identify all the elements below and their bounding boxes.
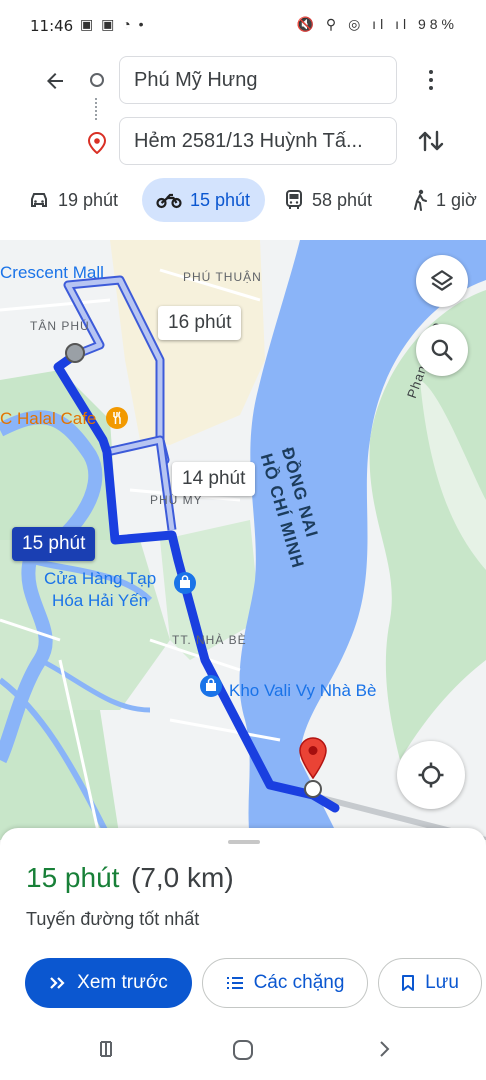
- arrow-back-icon: [47, 73, 63, 89]
- tab-walk-label: 1 giờ: [436, 189, 477, 210]
- route-chip-alt-1[interactable]: 16 phút: [158, 306, 242, 340]
- grocery-store-label[interactable]: Cửa Hàng Tạp Hóa Hải Yến: [44, 568, 156, 612]
- route-distance: (7,0 km): [131, 862, 234, 893]
- tab-car[interactable]: 19 phút: [28, 178, 118, 222]
- preview-button[interactable]: Xem trước: [25, 958, 192, 1008]
- halal-cafe-label[interactable]: C Halal Cafe: [0, 408, 96, 430]
- destination-input[interactable]: Hẻm 2581/13 Huỳnh Tấ...: [119, 117, 397, 165]
- status-time: 11:46: [30, 17, 74, 35]
- recent-apps-icon[interactable]: [97, 1038, 119, 1065]
- bookmark-icon: [402, 975, 415, 991]
- route-dots-icon: [95, 98, 99, 120]
- sheet-drag-handle[interactable]: [228, 840, 260, 844]
- steps-button[interactable]: Các chặng: [202, 958, 368, 1008]
- save-button[interactable]: Lưu: [378, 958, 482, 1008]
- route-chip-alt-2[interactable]: 14 phút: [172, 462, 256, 496]
- motorbike-icon: [156, 193, 182, 209]
- status-bar: 11:46 ▣ ▣ ◔ • 🔇 ⚲ ◎ ıl ıl 98%: [0, 0, 486, 50]
- steps-button-label: Các chặng: [253, 972, 345, 993]
- vali-store-label[interactable]: Kho Vali Vy Nhà Bè: [229, 680, 376, 702]
- tt-nha-be-label: TT. NHÀ BÈ: [172, 633, 247, 647]
- swap-icon[interactable]: [414, 124, 448, 158]
- route-chip-selected[interactable]: 15 phút: [12, 527, 96, 561]
- system-icons: 🔇 ⚲ ◎ ıl ıl 98%: [297, 16, 458, 33]
- origin-input[interactable]: Phú Mỹ Hưng: [119, 56, 397, 104]
- tab-transit[interactable]: 58 phút: [284, 178, 372, 222]
- origin-circle-icon: [90, 73, 104, 87]
- notification-icons: ▣ ▣ ◔ •: [80, 16, 146, 32]
- route-subtitle: Tuyến đường tốt nhất: [26, 909, 200, 929]
- my-location-button[interactable]: [397, 741, 465, 809]
- double-chevron-icon: [50, 977, 65, 989]
- back-nav-icon[interactable]: [372, 1038, 394, 1065]
- crescent-mall-label[interactable]: Crescent Mall: [0, 262, 104, 284]
- tab-motorbike[interactable]: 15 phút: [142, 178, 265, 222]
- car-icon: [31, 193, 47, 207]
- map-view[interactable]: Crescent Mall PHÚ THUẬN TÂN PHÚ PHÚ MỸ T…: [0, 240, 486, 840]
- destination-pin-icon: [87, 131, 107, 159]
- signal-icons: 🔇 ⚲ ◎ ıl ıl: [296, 16, 411, 32]
- system-nav-bar: [0, 1024, 486, 1080]
- shopping-bag-icon: [174, 572, 196, 594]
- preview-button-label: Xem trước: [77, 972, 168, 993]
- battery-level: 98%: [417, 16, 458, 32]
- tab-walk[interactable]: 1 giờ: [412, 178, 477, 222]
- restaurant-icon: [106, 407, 128, 429]
- list-icon: [226, 977, 243, 989]
- more-options-icon[interactable]: [420, 66, 442, 96]
- tan-phu-label: TÂN PHÚ: [30, 319, 90, 333]
- walk-icon: [414, 189, 427, 211]
- destination-marker-icon: [299, 737, 327, 779]
- back-button[interactable]: [38, 64, 72, 98]
- search-icon: [431, 339, 453, 361]
- tab-motorbike-label: 15 phút: [190, 189, 251, 210]
- my-location-icon: [418, 762, 444, 788]
- transit-icon: [286, 190, 302, 209]
- layers-icon: [431, 270, 453, 291]
- tab-transit-label: 58 phút: [312, 189, 373, 210]
- shopping-bag-icon: [200, 675, 222, 697]
- layers-button[interactable]: [416, 255, 468, 307]
- home-icon[interactable]: [231, 1038, 255, 1067]
- phu-thuan-label: PHÚ THUẬN: [183, 270, 262, 284]
- route-duration: 15 phút: [26, 862, 120, 893]
- save-button-label: Lưu: [425, 972, 459, 993]
- tab-car-label: 19 phút: [58, 189, 119, 210]
- travel-mode-tabs: 19 phút 15 phút 58 phút 1 giờ: [0, 178, 486, 226]
- search-button[interactable]: [416, 324, 468, 376]
